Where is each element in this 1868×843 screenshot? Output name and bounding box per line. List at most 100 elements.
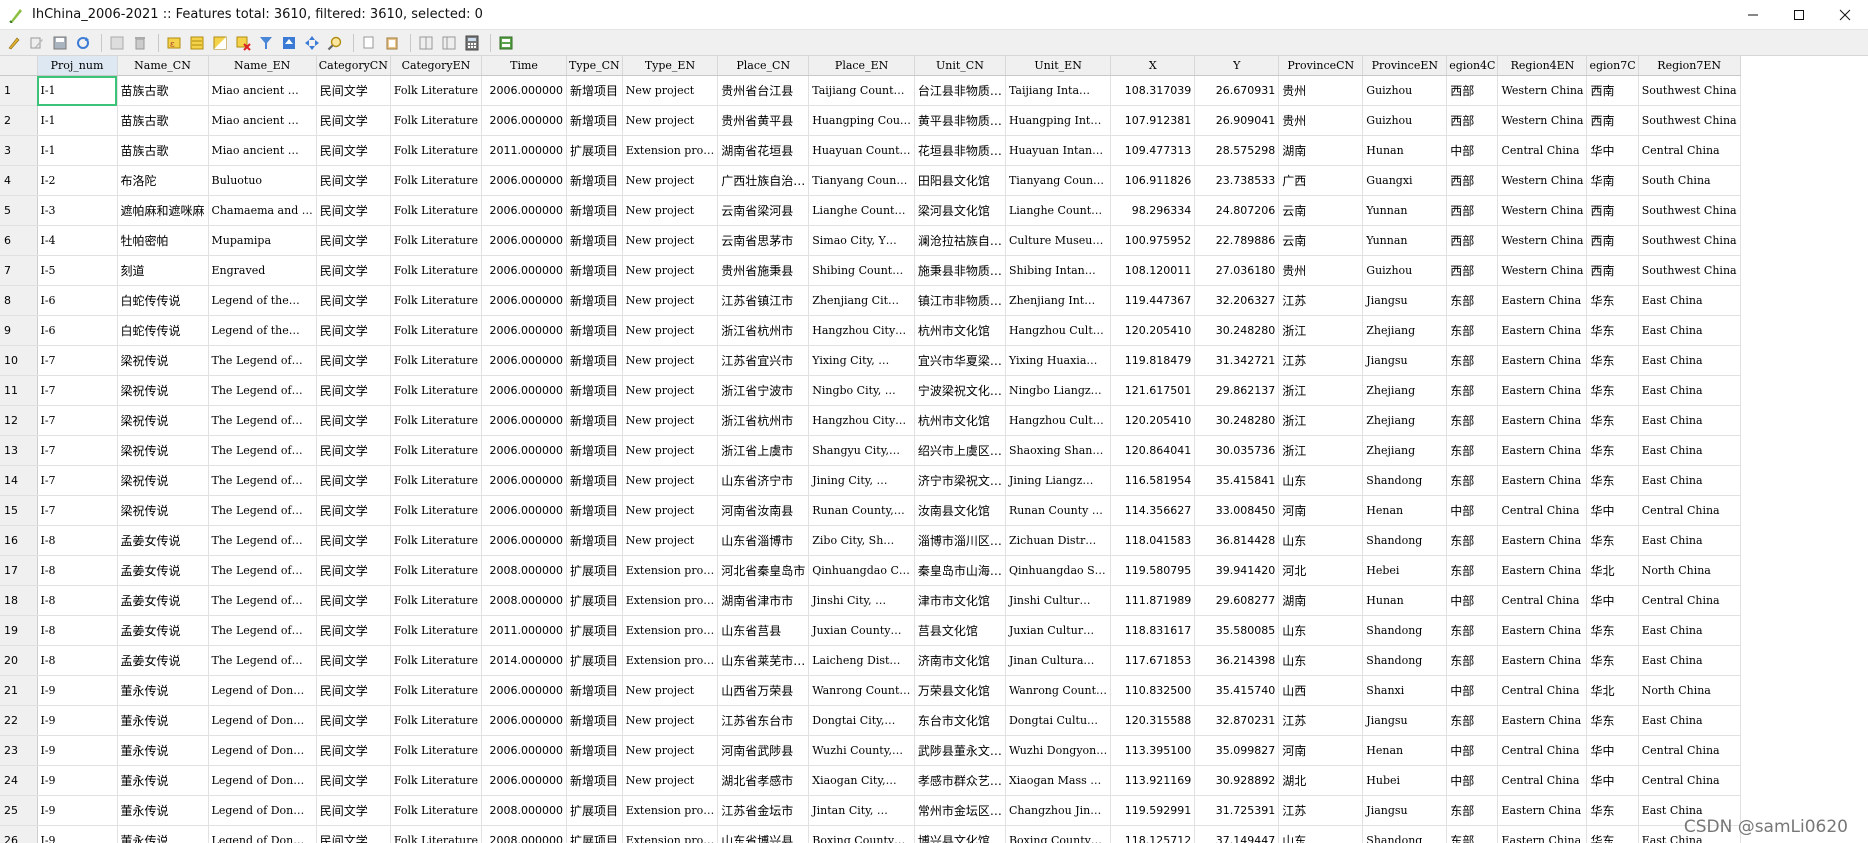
cell-type-en[interactable]: Extension pro… [622, 615, 719, 646]
cell-categorycn[interactable]: 民间文学 [316, 135, 391, 166]
cell-provinceen[interactable]: Henan [1362, 735, 1448, 766]
cell-proj-num[interactable]: Ⅰ-7 [37, 435, 118, 466]
cell-x[interactable]: 119.580795 [1110, 555, 1196, 586]
cell-egion4c[interactable]: 东部 [1446, 315, 1499, 346]
cell-place-cn[interactable]: 浙江省杭州市 [717, 315, 810, 346]
table-row[interactable]: 3 Ⅰ-1 苗族古歌 Miao ancient … 民间文学 Folk Literatur… [0, 135, 1741, 166]
cell-region4en[interactable]: Eastern China [1497, 705, 1588, 736]
column-header-categoryen[interactable]: CategoryEN [390, 56, 483, 76]
table-row[interactable]: 13 Ⅰ-7 梁祝传说 The Legend of… 民间文学 Folk Literatu… [0, 435, 1741, 466]
cell-region7en[interactable]: East China [1638, 315, 1741, 346]
row-number[interactable]: 14 [0, 465, 38, 496]
cell-type-en[interactable]: New project [622, 465, 719, 496]
cell-unit-cn[interactable]: 武陟县董永文… [914, 735, 1006, 766]
cell-provinceen[interactable]: Henan [1362, 495, 1448, 526]
row-number[interactable]: 15 [0, 495, 38, 526]
table-row[interactable]: 8 Ⅰ-6 白蛇传传说 Legend of the… 民间文学 Folk Literatu… [0, 285, 1741, 316]
cell-name-cn[interactable]: 董永传说 [117, 675, 209, 706]
cell-egion7c[interactable]: 华中 [1586, 585, 1639, 616]
cell-provincecn[interactable]: 山东 [1278, 645, 1364, 676]
cell-region7en[interactable]: North China [1638, 675, 1741, 706]
cell-provincecn[interactable]: 江苏 [1278, 285, 1364, 316]
cell-y[interactable]: 30.248280 [1194, 405, 1280, 436]
cell-region7en[interactable]: East China [1638, 525, 1741, 556]
table-row[interactable]: 17 Ⅰ-8 孟姜女传说 The Legend of… 民间文学 Folk Literat… [0, 555, 1741, 586]
column-header-unit-cn[interactable]: Unit_CN [914, 56, 1006, 76]
cell-provinceen[interactable]: Zhejiang [1362, 405, 1448, 436]
cell-provinceen[interactable]: Jiangsu [1362, 795, 1448, 826]
cell-region7en[interactable]: South China [1638, 165, 1741, 196]
cell-place-cn[interactable]: 江苏省东台市 [717, 705, 810, 736]
cell-place-en[interactable]: Zibo City, Sh… [808, 525, 915, 556]
table-row[interactable]: 18 Ⅰ-8 孟姜女传说 The Legend of… 民间文学 Folk Literat… [0, 585, 1741, 616]
cell-time[interactable]: 2006.000000 [481, 375, 568, 406]
cell-region4en[interactable]: Western China [1497, 195, 1588, 226]
cell-unit-cn[interactable]: 澜沧拉祜族自… [914, 225, 1006, 256]
cell-x[interactable]: 100.975952 [1110, 225, 1196, 256]
cell-time[interactable]: 2006.000000 [481, 435, 568, 466]
cell-egion4c[interactable]: 东部 [1446, 375, 1499, 406]
cell-provinceen[interactable]: Hunan [1362, 135, 1448, 166]
cell-place-cn[interactable]: 山东省莱芜市… [717, 645, 810, 676]
row-number[interactable]: 1 [0, 75, 38, 106]
cell-type-en[interactable]: New project [622, 495, 719, 526]
cell-provinceen[interactable]: Hebei [1362, 555, 1448, 586]
column-header-egion4c[interactable]: egion4C [1446, 56, 1499, 76]
cell-provinceen[interactable]: Yunnan [1362, 195, 1448, 226]
cell-y[interactable]: 33.008450 [1194, 495, 1280, 526]
cell-y[interactable]: 30.035736 [1194, 435, 1280, 466]
cell-unit-en[interactable]: Hangzhou Cult… [1005, 405, 1112, 436]
cell-provincecn[interactable]: 浙江 [1278, 315, 1364, 346]
cell-name-cn[interactable]: 梁祝传说 [117, 465, 209, 496]
cell-proj-num[interactable]: Ⅰ-1 [37, 75, 118, 106]
cell-categoryen[interactable]: Folk Literature [390, 105, 483, 136]
column-header-name-cn[interactable]: Name_CN [117, 56, 209, 76]
cell-unit-cn[interactable]: 田阳县文化馆 [914, 165, 1006, 196]
cell-unit-en[interactable]: Yixing Huaxia… [1005, 345, 1112, 376]
cell-region7en[interactable]: East China [1638, 405, 1741, 436]
table-row[interactable]: 4 Ⅰ-2 布洛陀 Buluotuo 民间文学 Folk Literature 2006.0… [0, 165, 1741, 196]
cell-provinceen[interactable]: Zhejiang [1362, 375, 1448, 406]
cell-region4en[interactable]: Eastern China [1497, 375, 1588, 406]
cell-provinceen[interactable]: Zhejiang [1362, 315, 1448, 346]
cell-proj-num[interactable]: Ⅰ-7 [37, 345, 118, 376]
cell-unit-en[interactable]: Wanrong Count… [1005, 675, 1112, 706]
cell-categoryen[interactable]: Folk Literature [390, 315, 483, 346]
cell-unit-en[interactable]: Zhenjiang Int… [1005, 285, 1112, 316]
table-row[interactable]: 6 Ⅰ-4 牡帕密帕 Mupamipa 民间文学 Folk Literature 2006.… [0, 225, 1741, 256]
cell-region4en[interactable]: Central China [1497, 765, 1588, 796]
cell-place-en[interactable]: Wuzhi County,… [808, 735, 915, 766]
cell-name-en[interactable]: The Legend of… [208, 585, 317, 616]
cell-proj-num[interactable]: Ⅰ-3 [37, 195, 118, 226]
cell-y[interactable]: 29.608277 [1194, 585, 1280, 616]
cell-place-cn[interactable]: 江苏省镇江市 [717, 285, 810, 316]
cell-y[interactable]: 26.670931 [1194, 75, 1280, 106]
cell-provinceen[interactable]: Jiangsu [1362, 705, 1448, 736]
cell-time[interactable]: 2006.000000 [481, 105, 568, 136]
cell-unit-en[interactable]: Jining Liangz… [1005, 465, 1112, 496]
cell-region7en[interactable]: Central China [1638, 585, 1741, 616]
row-number[interactable]: 12 [0, 405, 38, 436]
cell-provincecn[interactable]: 贵州 [1278, 75, 1364, 106]
row-number[interactable]: 5 [0, 195, 38, 226]
row-number[interactable]: 18 [0, 585, 38, 616]
row-number[interactable]: 24 [0, 765, 38, 796]
cell-place-cn[interactable]: 山东省莒县 [717, 615, 810, 646]
cell-egion4c[interactable]: 东部 [1446, 705, 1499, 736]
cell-time[interactable]: 2008.000000 [481, 795, 568, 826]
row-number[interactable]: 10 [0, 345, 38, 376]
cell-x[interactable]: 116.581954 [1110, 465, 1196, 496]
cell-name-en[interactable]: The Legend of… [208, 615, 317, 646]
cell-provincecn[interactable]: 河南 [1278, 735, 1364, 766]
cell-proj-num[interactable]: Ⅰ-7 [37, 375, 118, 406]
cell-place-cn[interactable]: 山东省济宁市 [717, 465, 810, 496]
cell-name-en[interactable]: The Legend of… [208, 645, 317, 676]
cell-unit-en[interactable]: Shaoxing Shan… [1005, 435, 1112, 466]
cell-name-cn[interactable]: 孟姜女传说 [117, 585, 209, 616]
table-row[interactable]: 11 Ⅰ-7 梁祝传说 The Legend of… 民间文学 Folk Literatu… [0, 375, 1741, 406]
cell-x[interactable]: 118.125712 [1110, 825, 1196, 843]
cell-name-cn[interactable]: 孟姜女传说 [117, 555, 209, 586]
cell-egion4c[interactable]: 中部 [1446, 735, 1499, 766]
cell-provincecn[interactable]: 浙江 [1278, 405, 1364, 436]
cell-categorycn[interactable]: 民间文学 [316, 735, 391, 766]
